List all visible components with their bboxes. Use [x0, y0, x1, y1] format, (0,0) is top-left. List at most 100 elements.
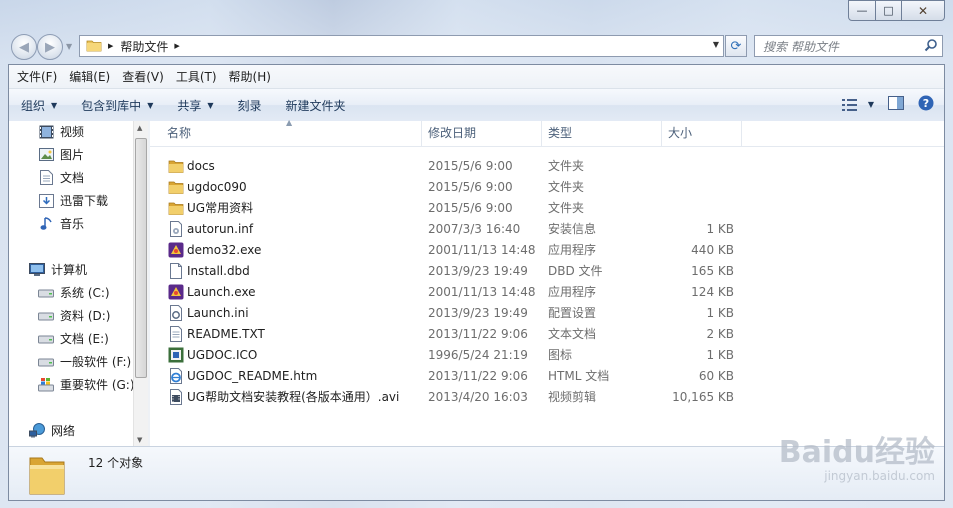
forward-button[interactable]: ▶	[37, 34, 63, 60]
drive-icon	[38, 354, 54, 370]
sidebar-item-label: 文档	[60, 171, 85, 185]
details-view-icon	[841, 98, 857, 111]
sidebar-item-network[interactable]: 网络	[29, 422, 75, 439]
sidebar-item-drive-g[interactable]: 重要软件 (G:)	[38, 376, 135, 393]
sidebar-item-drive-d[interactable]: 资料 (D:)	[38, 307, 110, 324]
column-divider[interactable]	[741, 121, 742, 146]
navigation-pane: 视频 图片 文档 迅雷下载 音乐 计算机 系统 (C:) 资料 (D:) 文档 …	[9, 121, 136, 447]
breadcrumb-item[interactable]: 帮助文件	[120, 38, 168, 55]
sidebar-item-label: 一般软件 (F:)	[60, 355, 132, 369]
file-row[interactable]: autorun.inf 2007/3/3 16:40 安装信息 1 KB	[150, 219, 924, 240]
organize-label: 组织	[21, 98, 46, 113]
html-file-icon	[168, 368, 184, 384]
chevron-down-icon: ▼	[867, 100, 874, 109]
sidebar-item-label: 系统 (C:)	[60, 286, 110, 300]
sidebar-item-music[interactable]: 音乐	[38, 215, 84, 232]
navigation-pane-scrollbar[interactable]: ▲ ▼	[133, 121, 149, 447]
new-folder-button[interactable]: 新建文件夹	[274, 97, 358, 114]
organize-button[interactable]: 组织 ▼	[9, 97, 69, 114]
breadcrumb-separator-icon[interactable]: ▶	[108, 42, 113, 50]
scroll-down-arrow-icon[interactable]: ▼	[137, 436, 142, 444]
file-row[interactable]: UGDOC_README.htm 2013/11/22 9:06 HTML 文档 60…	[150, 366, 924, 387]
sidebar-item-drive-f[interactable]: 一般软件 (F:)	[38, 353, 131, 370]
file-type: 配置设置	[548, 306, 597, 320]
picture-library-icon	[38, 147, 54, 163]
menu-view[interactable]: 查看(V)	[116, 68, 170, 85]
file-row[interactable]: UGDOC.ICO 1996/5/24 21:19 图标 1 KB	[150, 345, 924, 366]
text-file-icon	[168, 326, 184, 342]
column-header-name[interactable]: 名称	[167, 121, 191, 146]
column-header-type[interactable]: 类型	[548, 121, 572, 146]
windows-drive-icon	[38, 377, 54, 393]
preview-pane-button[interactable]	[888, 96, 904, 113]
file-row[interactable]: Install.dbd 2013/9/23 19:49 DBD 文件 165 KB	[150, 261, 924, 282]
app-icon	[168, 284, 184, 300]
file-row[interactable]: Launch.ini 2013/9/23 19:49 配置设置 1 KB	[150, 303, 924, 324]
menu-help[interactable]: 帮助(H)	[223, 68, 277, 85]
file-name: autorun.inf	[187, 222, 254, 236]
file-name: UGDOC.ICO	[187, 348, 258, 362]
sidebar-item-drive-e[interactable]: 文档 (E:)	[38, 330, 109, 347]
file-name: Launch.ini	[187, 306, 249, 320]
column-header-date[interactable]: 修改日期	[428, 121, 476, 146]
sidebar-item-pictures[interactable]: 图片	[38, 146, 84, 163]
file-row[interactable]: Launch.exe 2001/11/13 14:48 应用程序 124 KB	[150, 282, 924, 303]
menu-edit[interactable]: 编辑(E)	[63, 68, 116, 85]
file-row[interactable]: UG帮助文档安装教程(各版本通用）.avi 2013/4/20 16:03 视频剪辑…	[150, 387, 924, 408]
column-divider[interactable]	[661, 121, 662, 146]
close-button[interactable]: ✕	[902, 0, 945, 21]
file-row[interactable]: README.TXT 2013/11/22 9:06 文本文档 2 KB	[150, 324, 924, 345]
chevron-down-icon: ▼	[207, 100, 214, 110]
recent-pages-dropdown-icon[interactable]: ▼	[66, 42, 72, 51]
column-header-size[interactable]: 大小	[668, 121, 692, 146]
sidebar-item-videos[interactable]: 视频	[38, 123, 84, 140]
file-size: 60 KB	[698, 369, 734, 383]
maximize-button[interactable]: □	[876, 0, 902, 21]
file-size: 440 KB	[691, 243, 734, 257]
file-date: 2001/11/13 14:48	[428, 243, 536, 257]
file-type: 文本文档	[548, 327, 597, 341]
sidebar-item-computer[interactable]: 计算机	[29, 261, 87, 278]
file-name: UGDOC_README.htm	[187, 369, 318, 383]
address-dropdown-icon[interactable]: ▼	[713, 40, 719, 49]
share-label: 共享	[177, 98, 202, 113]
file-name: docs	[187, 159, 215, 173]
folder-icon	[168, 158, 184, 174]
help-button[interactable]: ?	[918, 95, 934, 114]
address-bar[interactable]: ▶ 帮助文件 ▶ ▼	[79, 35, 724, 57]
menu-tools[interactable]: 工具(T)	[170, 68, 223, 85]
file-row[interactable]: UG常用资料 2015/5/6 9:00 文件夹	[150, 198, 924, 219]
minimize-button[interactable]: —	[848, 0, 876, 21]
file-size: 1 KB	[706, 222, 734, 236]
scroll-up-arrow-icon[interactable]: ▲	[137, 124, 142, 132]
file-row[interactable]: ugdoc090 2015/5/6 9:00 文件夹	[150, 177, 924, 198]
include-in-library-button[interactable]: 包含到库中 ▼	[69, 97, 165, 114]
view-options-button[interactable]: ▼	[841, 98, 874, 111]
item-count: 12 个对象	[88, 456, 144, 470]
breadcrumb-separator-icon[interactable]: ▶	[174, 42, 179, 50]
sidebar-item-label: 视频	[60, 125, 85, 139]
file-row[interactable]: demo32.exe 2001/11/13 14:48 应用程序 440 KB	[150, 240, 924, 261]
sidebar-item-label: 迅雷下载	[60, 194, 109, 208]
burn-button[interactable]: 刻录	[226, 97, 274, 114]
file-row[interactable]: docs 2015/5/6 9:00 文件夹	[150, 156, 924, 177]
file-date: 2013/9/23 19:49	[428, 306, 528, 320]
menu-file[interactable]: 文件(F)	[11, 68, 63, 85]
drive-icon	[38, 331, 54, 347]
back-button[interactable]: ◀	[11, 34, 37, 60]
scrollbar-thumb[interactable]	[135, 138, 147, 378]
file-type: HTML 文档	[548, 369, 610, 383]
search-input[interactable]: 搜索 帮助文件	[754, 35, 943, 57]
sidebar-item-label: 资料 (D:)	[60, 309, 111, 323]
sidebar-item-drive-c[interactable]: 系统 (C:)	[38, 284, 110, 301]
column-divider[interactable]	[541, 121, 542, 146]
sidebar-item-documents[interactable]: 文档	[38, 169, 84, 186]
column-divider[interactable]	[421, 121, 422, 146]
folder-icon	[168, 200, 184, 216]
watermark-brand: Baidu经验	[778, 435, 935, 470]
refresh-button[interactable]: ⟳	[725, 35, 747, 57]
share-button[interactable]: 共享 ▼	[165, 97, 225, 114]
network-icon	[29, 423, 45, 439]
search-icon[interactable]	[924, 38, 938, 55]
sidebar-item-downloads[interactable]: 迅雷下载	[38, 192, 108, 209]
